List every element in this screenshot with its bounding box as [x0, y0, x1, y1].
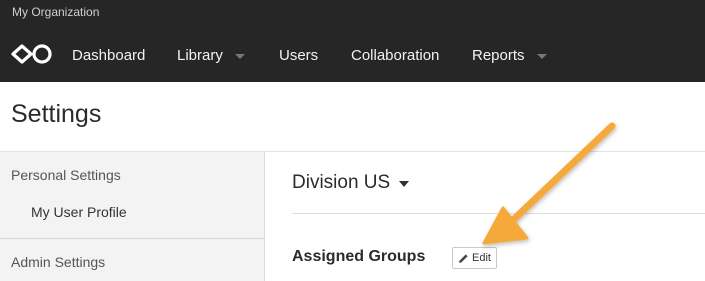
- settings-page: My Organization Dashboard Library Users …: [0, 0, 705, 281]
- page-header: Settings: [0, 82, 705, 152]
- nav-item-users[interactable]: Users: [279, 40, 318, 70]
- main-content: Division US Assigned Groups Edit: [266, 152, 705, 281]
- edit-button-label: Edit: [472, 252, 491, 264]
- nav-item-label: Dashboard: [72, 46, 146, 64]
- sidebar-item-my-user-profile[interactable]: My User Profile: [31, 204, 127, 220]
- nav-item-dashboard[interactable]: Dashboard: [72, 40, 145, 70]
- chevron-down-icon: [399, 181, 410, 187]
- nav-item-library[interactable]: Library: [177, 40, 245, 70]
- nav-item-reports[interactable]: Reports: [472, 40, 547, 70]
- chevron-down-icon: [234, 53, 245, 59]
- main-navigation: Dashboard Library Users Collaboration Re…: [0, 40, 705, 70]
- division-selector[interactable]: Division US: [292, 172, 410, 194]
- edit-assigned-groups-button[interactable]: Edit: [452, 247, 497, 269]
- division-selector-label: Division US: [292, 172, 391, 193]
- section-divider: [292, 213, 705, 214]
- chevron-down-icon: [536, 53, 547, 59]
- nav-item-collaboration[interactable]: Collaboration: [351, 40, 439, 70]
- sidebar-divider: [0, 238, 264, 239]
- nav-item-label: Library: [177, 46, 223, 64]
- nav-item-label: Users: [279, 46, 319, 64]
- sidebar-section-admin-settings[interactable]: Admin Settings: [11, 254, 105, 270]
- nav-item-label: Collaboration: [351, 46, 440, 64]
- sidebar-section-personal-settings[interactable]: Personal Settings: [11, 167, 121, 183]
- top-navigation-bar: My Organization Dashboard Library Users …: [0, 0, 705, 82]
- assigned-groups-heading: Assigned Groups: [292, 248, 426, 265]
- settings-sidebar: Personal Settings My User Profile Admin …: [0, 152, 265, 281]
- nav-item-label: Reports: [472, 46, 525, 64]
- page-title: Settings: [11, 100, 102, 128]
- pencil-icon: [459, 253, 468, 263]
- organization-name[interactable]: My Organization: [12, 4, 99, 20]
